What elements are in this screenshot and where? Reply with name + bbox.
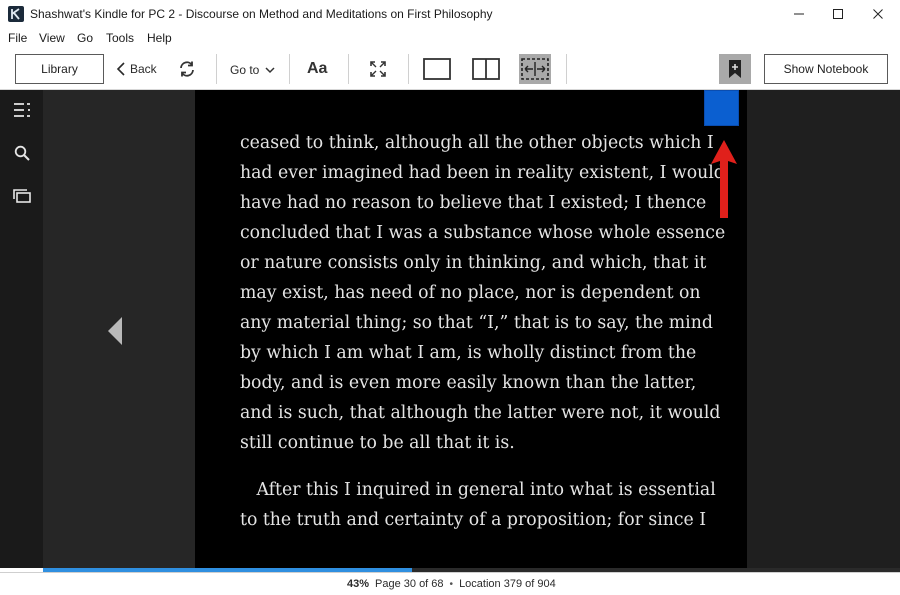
menu-bar: File View Go Tools Help (0, 28, 900, 48)
book-line: concluded that I was a substance whose w… (240, 223, 726, 243)
add-bookmark-button[interactable] (719, 54, 751, 84)
toolbar-divider (289, 54, 290, 84)
book-line: may exist, has need of no place, nor is … (240, 283, 701, 303)
book-line: have had no reason to believe that I exi… (240, 193, 707, 213)
two-page-button[interactable] (470, 54, 502, 84)
left-rail (0, 90, 43, 568)
book-line: to the truth and certainty of a proposit… (240, 510, 707, 530)
close-button[interactable] (855, 0, 900, 28)
book-line: by which I am what I am, is wholly disti… (240, 343, 697, 363)
font-settings-button[interactable]: Aa (307, 60, 327, 78)
maximize-icon (833, 9, 843, 19)
book-line: or nature consists only in thinking, and… (240, 253, 707, 273)
sync-button[interactable] (176, 54, 198, 84)
menu-tools[interactable]: Tools (106, 31, 134, 45)
bookmark-ribbon[interactable] (704, 90, 739, 126)
reader-right-margin (747, 90, 900, 568)
book-line: still continue to be all that it is. (240, 433, 515, 453)
search-button[interactable] (12, 143, 32, 163)
location-indicator: Location 379 of 904 (459, 578, 556, 590)
flashcards-icon (13, 189, 31, 203)
book-line: any material thing; so that “I,” that is… (240, 313, 713, 333)
show-notebook-button[interactable]: Show Notebook (764, 54, 888, 84)
separator-dot: • (449, 578, 454, 590)
goto-label: Go to (230, 63, 260, 77)
goto-dropdown[interactable]: Go to (230, 63, 275, 77)
library-button[interactable]: Library (15, 54, 104, 84)
table-of-contents-button[interactable] (12, 100, 32, 120)
menu-view[interactable]: View (39, 31, 65, 45)
previous-page-arrow-icon[interactable] (106, 316, 124, 346)
book-paragraph-2: After this I inquired in general into wh… (240, 475, 716, 535)
close-icon (873, 9, 883, 19)
book-line: had ever imagined had been in reality ex… (240, 163, 725, 183)
book-paragraph-1: ceased to think, although all the other … (240, 128, 726, 458)
book-text: ceased to think, although all the other … (240, 128, 726, 535)
annotation-arrow-icon (711, 140, 737, 218)
toolbar-divider (348, 54, 349, 84)
menu-help[interactable]: Help (147, 31, 172, 45)
fit-width-icon (521, 58, 549, 80)
toc-icon (14, 103, 30, 117)
kindle-app-icon (8, 6, 24, 22)
fullscreen-icon (370, 61, 386, 77)
toolbar-divider (216, 54, 217, 84)
single-page-icon (423, 58, 451, 80)
sync-icon (180, 61, 194, 77)
back-label: Back (130, 62, 157, 76)
menu-file[interactable]: File (8, 31, 27, 45)
single-page-button[interactable] (421, 54, 453, 84)
back-chevron-icon (116, 62, 125, 76)
toolbar-divider (566, 54, 567, 84)
status-bar: 43% Page 30 of 68 • Location 379 of 904 (0, 572, 900, 595)
flashcards-button[interactable] (12, 186, 32, 206)
toolbar-divider (408, 54, 409, 84)
book-line: body, and is even more easily known than… (240, 373, 697, 393)
two-page-icon (472, 58, 500, 80)
page-indicator: Page 30 of 68 (375, 578, 444, 590)
fullscreen-button[interactable] (367, 54, 389, 84)
window-title: Shashwat's Kindle for PC 2 - Discourse o… (30, 7, 493, 21)
book-line: After this I inquired in general into wh… (240, 480, 716, 500)
fit-width-button[interactable] (519, 54, 551, 84)
progress-percent: 43% (347, 578, 370, 590)
book-line: and is such, that although the latter we… (240, 403, 721, 423)
back-button[interactable]: Back (116, 62, 157, 76)
menu-go[interactable]: Go (77, 31, 93, 45)
title-bar: Shashwat's Kindle for PC 2 - Discourse o… (0, 0, 900, 28)
minimize-icon (794, 13, 804, 15)
search-icon (14, 145, 30, 161)
chevron-down-icon (265, 67, 275, 74)
toolbar: Library Back Go to Aa Show Notebook (0, 48, 900, 90)
book-line: ceased to think, although all the other … (240, 133, 714, 153)
bookmark-add-icon (729, 60, 741, 78)
